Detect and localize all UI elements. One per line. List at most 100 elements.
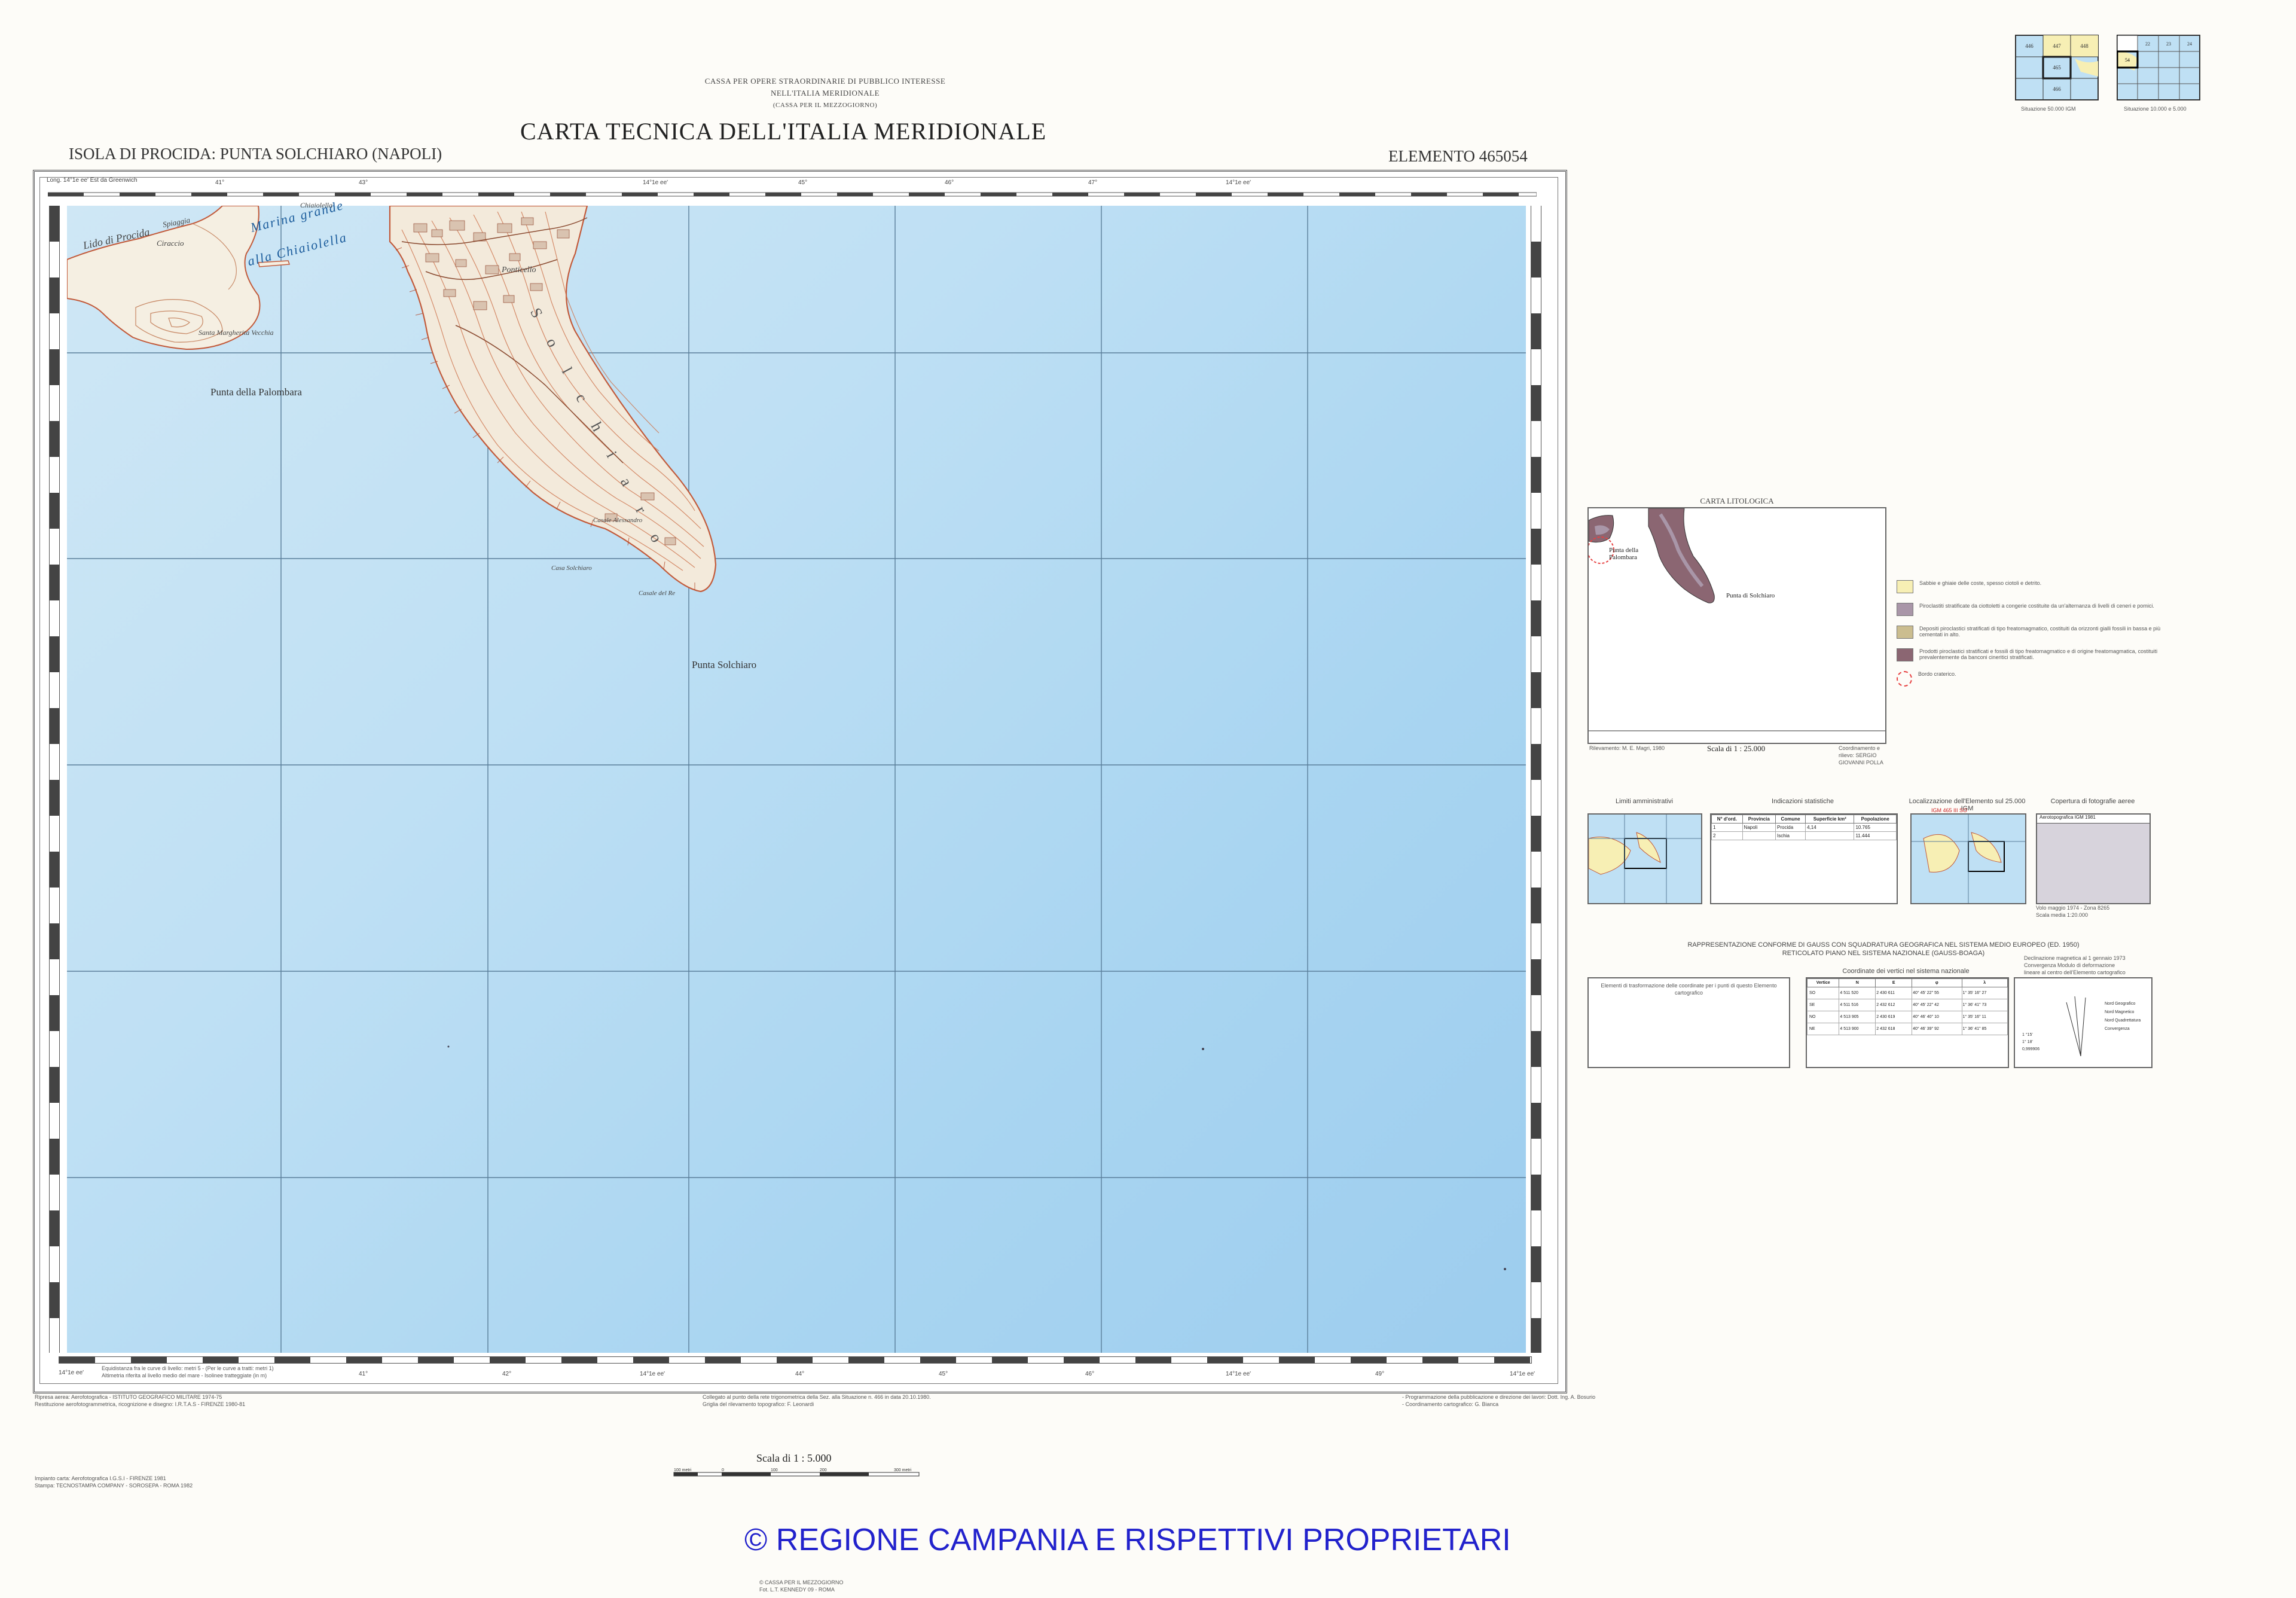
index-right-caption: Situazione 10.000 e 5.000 — [2124, 106, 2187, 112]
declination-title: Declinazione magnetica al 1 gennaio 1973… — [2024, 955, 2126, 975]
legend-item: Sabbie e ghiaie delle coste, spesso ciot… — [1897, 580, 2184, 593]
litologica-title: CARTA LITOLOGICA — [1700, 496, 1774, 505]
index-cell: 446 — [2025, 43, 2034, 49]
label-chiaiolella-town: Chiaiolella — [300, 201, 332, 209]
label-ponticello: Ponticello — [502, 266, 536, 275]
top-lon-label: 41° — [215, 179, 225, 186]
survey-notes: Collegato al punto della rete trigonomet… — [703, 1394, 931, 1407]
bottom-graticule-band — [59, 1356, 1532, 1364]
svg-text:Nord Geografico: Nord Geografico — [2105, 1002, 2135, 1006]
table-row: NO 4 513 905 2 430 619 40° 46' 40'' 10 1° 35… — [1806, 1011, 2008, 1023]
label-casa-solchiaro: Casa Solchiaro — [551, 565, 592, 572]
right-graticule-band — [1531, 206, 1541, 1353]
label-santa-margherita: Santa Margherita Vecchia — [199, 328, 274, 337]
svg-text:0,999906: 0,999906 — [2022, 1047, 2039, 1051]
top-lon-label: 47° — [1088, 179, 1098, 186]
top-lon-label: 14°1e ee' — [643, 179, 668, 186]
indicazioni-table: N° d'ord. Provincia Comune Superficie km… — [1710, 813, 1898, 904]
direction-notes: - Programmazione della pubblicazione e d… — [1402, 1394, 1596, 1407]
svg-text:100 metri: 100 metri — [674, 1468, 692, 1472]
top-lon-label: 45° — [798, 179, 808, 186]
left-graticule-band — [49, 206, 60, 1353]
top-lon-label: 46° — [945, 179, 954, 186]
index-cell: 466 — [2053, 86, 2061, 92]
litologica-label-solchiaro: Punta di Solchiaro — [1726, 592, 1775, 599]
index-cell: 447 — [2053, 43, 2061, 49]
printer-credits: © CASSA PER IL MEZZOGIORNO Fot. L.T. KEN… — [759, 1579, 844, 1593]
label-ciraccio: Ciraccio — [157, 239, 184, 248]
trasformazione-title: Elementi di trasformazione delle coordin… — [1601, 983, 1777, 996]
localizzazione-map — [1910, 813, 2026, 904]
coord-title: Coordinate dei vertici nel sistema nazio… — [1842, 968, 1970, 975]
declination-diagram: Nord Geografico Nord Magnetico Nord Quad… — [2014, 977, 2152, 1068]
legend-swatch — [1897, 603, 1913, 616]
copertura-title: Copertura di fotografie aeree — [2050, 798, 2135, 805]
bottom-lon-label: 46° — [1085, 1371, 1095, 1377]
index-left-caption: Situazione 50.000 IGM — [2021, 106, 2076, 112]
copertura-note: Volo maggio 1974 - Zona 8265 Scala media… — [2036, 905, 2110, 918]
bottom-lon-label: 14°1e ee' — [59, 1370, 84, 1376]
svg-text:200: 200 — [820, 1468, 827, 1472]
bottom-lon-label: 14°1e ee' — [1510, 1371, 1535, 1377]
contour-note: Equidistanza fra le curve di livello: me… — [102, 1365, 274, 1379]
table-row: 1 Napoli Procida 4,14 10.765 — [1711, 823, 1897, 832]
credits-block: Ripresa aerea: Aerofotografica - ISTITUT… — [35, 1394, 246, 1407]
limiti-map — [1587, 813, 1702, 904]
agency-line-3: (CASSA PER IL MEZZOGIORNO) — [773, 102, 878, 109]
table-row: NE 4 513 900 2 432 618 40° 46' 39'' 92 1° 36… — [1806, 1023, 2008, 1035]
svg-text:Nord Quadrettatura: Nord Quadrettatura — [2105, 1018, 2141, 1023]
projection-title-1: RAPPRESENTAZIONE CONFORME DI GAUSS CON S… — [1687, 941, 2080, 949]
copertura-sub: Aerotopografica IGM 1981 — [2037, 815, 2150, 824]
bottom-lon-label: 44° — [795, 1371, 805, 1377]
legend-item: Bordo craterico. — [1897, 671, 2184, 687]
agency-line-2: NELL'ITALIA MERIDIONALE — [770, 89, 880, 97]
limiti-title: Limiti amministrativi — [1616, 798, 1673, 805]
svg-text:300 metri: 300 metri — [894, 1468, 912, 1472]
litologica-label-palombara: Punta della Palombara — [1609, 547, 1639, 561]
litologica-note-right: Coordinamento e rilievo: SERGIO GIOVANNI… — [1839, 745, 1883, 766]
element-number: ELEMENTO 465054 — [1388, 147, 1528, 165]
legend-swatch — [1897, 648, 1913, 661]
litologica-scale: Scala di 1 : 25.000 — [1707, 744, 1766, 753]
main-title: CARTA TECNICA DELL'ITALIA MERIDIONALE — [520, 118, 1047, 145]
svg-text:Nord Magnetico: Nord Magnetico — [2105, 1010, 2135, 1014]
index-map-10000: 22 23 24 54 — [2116, 35, 2200, 100]
litologica-note-left: Rilevamento: M. E. Magri, 1980 — [1589, 745, 1665, 751]
label-casale-del-re: Casale del Re — [639, 590, 676, 597]
bottom-lon-label: 42° — [502, 1371, 512, 1377]
bottom-lon-label: 14°1e ee' — [640, 1371, 665, 1377]
svg-text:23: 23 — [2166, 41, 2171, 47]
crater-rim-icon — [1897, 671, 1912, 687]
print-credits: Impianto carta: Aerofotografica I.G.S.I … — [35, 1475, 193, 1489]
indicazioni-title: Indicazioni statistiche — [1772, 798, 1834, 805]
map-sea-area: Lido di Procida Spiaggia Ciraccio Marina… — [67, 197, 1526, 1353]
label-punta-palombara: Punta della Palombara — [210, 386, 302, 398]
bottom-lon-label: 45° — [939, 1371, 948, 1377]
svg-text:22: 22 — [2145, 41, 2150, 47]
top-lon-label: 14°1e ee' — [1226, 179, 1251, 186]
longitude-label: Long. 14°1e ee' Est da Greenwich — [47, 177, 138, 184]
sheet-title: ISOLA DI PROCIDA: PUNTA SOLCHIARO (NAPOL… — [69, 145, 442, 163]
agency-line-1: CASSA PER OPERE STRAORDINARIE DI PUBBLIC… — [704, 77, 946, 86]
legend-item: Depositi piroclastici stratificati di ti… — [1897, 626, 2184, 639]
legend-swatch — [1897, 580, 1913, 593]
top-lon-label: 43° — [359, 179, 368, 186]
svg-text:24: 24 — [2187, 41, 2192, 47]
scale-bar: 100 metri 0 100 200 300 metri — [673, 1466, 924, 1490]
copyright-notice: © REGIONE CAMPANIA E RISPETTIVI PROPRIET… — [744, 1523, 1511, 1557]
label-casale: Casale Alessandro — [593, 517, 643, 524]
litologica-legend: Sabbie e ghiaie delle coste, spesso ciot… — [1897, 580, 2184, 696]
svg-text:100: 100 — [771, 1468, 778, 1472]
index-cell: 465 — [2053, 65, 2061, 71]
index-current-cell: 54 — [2125, 57, 2130, 63]
scale-label: Scala di 1 : 5.000 — [756, 1452, 832, 1464]
litologica-map: Punta della Palombara Punta di Solchiaro — [1587, 507, 1886, 744]
index-map-50000: 446 447 448 465 466 — [2015, 35, 2099, 100]
coord-table: Vertice N E φ λ SO 4 511 520 2 430 611 40° … — [1806, 977, 2009, 1068]
copertura-map: Aerotopografica IGM 1981 — [2036, 813, 2151, 904]
table-row: SE 4 511 516 2 432 612 40° 45' 22'' 42 1° 36… — [1806, 999, 2008, 1011]
localizzazione-sub: IGM 465 III SO — [1931, 807, 1968, 813]
svg-text:1° 18': 1° 18' — [2022, 1039, 2033, 1044]
svg-text:Convergenza: Convergenza — [2105, 1027, 2130, 1031]
legend-swatch — [1897, 626, 1913, 639]
